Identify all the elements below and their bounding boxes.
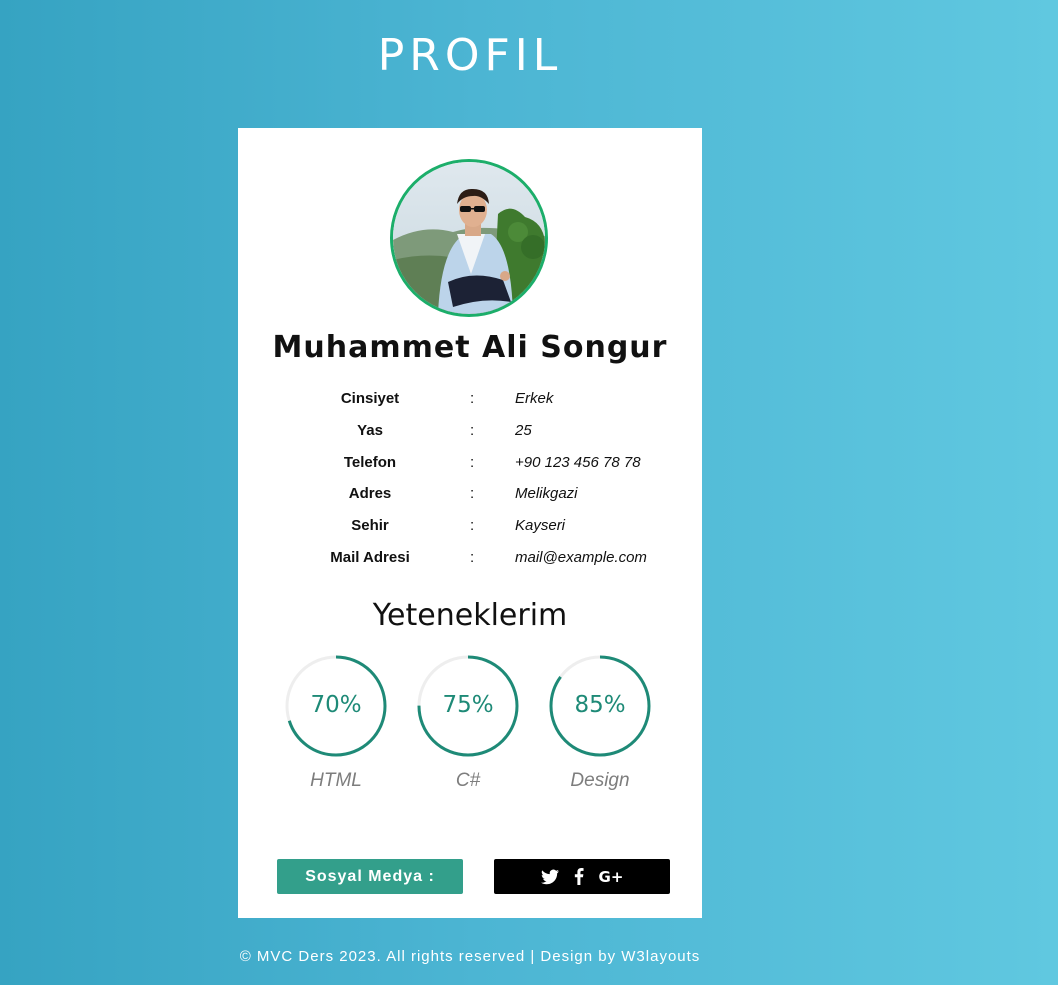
info-row-gender: Cinsiyet : Erkek	[238, 390, 702, 422]
facebook-glyph	[574, 868, 584, 885]
skill-html: 70% HTML	[284, 654, 388, 791]
skill-percent: 85%	[574, 692, 626, 718]
profile-name: Muhammet Ali Songur	[272, 330, 668, 365]
google-plus-icon[interactable]: G+	[599, 868, 624, 886]
info-value: Erkek	[515, 390, 554, 407]
profile-photo	[393, 162, 545, 314]
info-label: Adres	[348, 485, 392, 503]
info-separator: :	[470, 548, 475, 566]
skill-percent: 70%	[310, 692, 362, 718]
info-separator: :	[470, 485, 475, 503]
info-row-age: Yas : 25	[238, 422, 702, 454]
info-value: 25	[515, 421, 532, 439]
twitter-glyph	[540, 869, 559, 884]
info-row-city: Sehir : Kayseri	[238, 517, 702, 549]
info-row-phone: Telefon : +90 123 456 78 78	[238, 454, 702, 486]
info-label: Telefon	[343, 453, 397, 471]
twitter-icon[interactable]	[540, 869, 559, 885]
info-value: mail@example.com	[515, 548, 647, 566]
info-value: Melikgazi	[515, 485, 578, 503]
info-label: Mail Adresi	[330, 548, 410, 566]
info-row-address: Adres : Melikgazi	[238, 485, 702, 517]
skills-title: Yeteneklerim	[372, 598, 568, 633]
page-title: PROFIL	[377, 30, 563, 81]
info-row-email: Mail Adresi : mail@example.com	[238, 549, 702, 581]
info-separator: :	[470, 453, 475, 471]
profile-info-table: Cinsiyet : Erkek Yas : 25 Telefon : +90 …	[238, 390, 702, 581]
info-value: Kayseri	[515, 517, 566, 535]
skill-design: 85% Design	[548, 654, 652, 791]
info-separator: :	[470, 517, 475, 535]
info-separator: :	[470, 421, 475, 439]
info-separator: :	[470, 390, 475, 407]
avatar	[390, 159, 548, 317]
info-label: Cinsiyet	[340, 390, 400, 407]
skill-csharp: 75% C#	[416, 654, 520, 791]
facebook-icon[interactable]	[574, 868, 584, 885]
profile-card: Muhammet Ali Songur Cinsiyet : Erkek Yas…	[238, 128, 702, 918]
social-media-label: Sosyal Medya :	[277, 859, 463, 894]
skill-name: HTML	[310, 770, 362, 791]
social-icons-bar: G+	[494, 859, 670, 894]
info-label: Yas	[357, 421, 383, 439]
info-value: +90 123 456 78 78	[515, 453, 641, 471]
footer-copyright: © MVC Ders 2023. All rights reserved | D…	[239, 948, 701, 965]
skill-percent: 75%	[442, 692, 494, 718]
info-label: Sehir	[351, 517, 389, 535]
skill-name: Design	[570, 770, 630, 791]
skill-name: C#	[455, 770, 481, 791]
